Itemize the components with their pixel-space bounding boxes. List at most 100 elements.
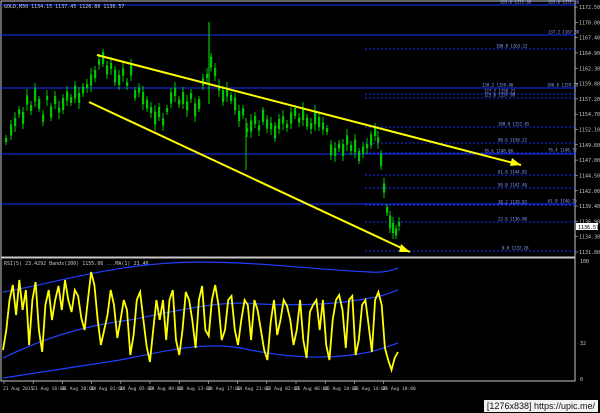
- candle: [278, 119, 281, 129]
- candle: [314, 111, 317, 125]
- price-tick-label: 1142.00: [579, 189, 600, 195]
- candle: [214, 68, 217, 76]
- candle: [342, 144, 345, 156]
- candle: [70, 97, 73, 103]
- candle: [138, 87, 141, 93]
- price-tick-label: 1162.30: [579, 66, 600, 72]
- rsi-level-label: 0: [580, 377, 583, 383]
- fib-level-label: 161.8 1172.66: [500, 0, 532, 5]
- candle: [380, 154, 383, 166]
- candle: [338, 143, 341, 149]
- candle: [392, 223, 395, 233]
- candle: [150, 107, 153, 113]
- candle: [254, 116, 257, 124]
- candle: [46, 96, 49, 100]
- candle: [14, 118, 17, 126]
- fib-level-label: 137.2 1167.38: [548, 30, 580, 35]
- candle: [18, 109, 21, 115]
- candle: [5, 138, 8, 142]
- channel-upper-trendline[interactable]: [96, 54, 522, 166]
- trading-chart[interactable]: 161.8 1172.66137.2 1167.38161.8 1172.661…: [0, 0, 600, 413]
- candle: [154, 111, 157, 125]
- candle: [298, 117, 301, 123]
- price-tick-label: 1152.10: [579, 128, 600, 134]
- candle: [66, 91, 69, 101]
- candle: [322, 122, 325, 130]
- candle: [42, 114, 45, 122]
- candle: [38, 99, 41, 109]
- candle: [122, 68, 125, 76]
- rsi-line: [2, 271, 399, 374]
- candle: [350, 145, 353, 151]
- arrowhead-lower: [399, 244, 410, 252]
- candle: [302, 108, 305, 120]
- candle: [178, 99, 181, 105]
- candle: [94, 70, 97, 78]
- candle: [162, 118, 165, 126]
- main-panel-frame: [0, 0, 576, 258]
- lower-band: [2, 342, 399, 379]
- candle: [306, 117, 309, 127]
- candle: [82, 86, 85, 94]
- candle: [395, 228, 398, 236]
- price-tick-label: 1172.50: [579, 5, 600, 11]
- fibonacci-levels: 161.8 1172.66 137.2 1167.38 161.8 1172.66 1…: [1, 0, 580, 252]
- watermark: [1276x838] https://upic.me/: [483, 400, 598, 412]
- price-tick-label: 1147.00: [579, 158, 600, 164]
- candle: [210, 56, 213, 68]
- candle: [310, 123, 313, 129]
- candle: [182, 92, 185, 104]
- candle: [242, 108, 245, 116]
- arrowhead-upper: [510, 158, 521, 166]
- candle: [102, 52, 105, 64]
- candle: [194, 103, 197, 117]
- candle: [166, 108, 169, 112]
- candle: [334, 148, 337, 156]
- price-tick-label: 1149.60: [579, 143, 600, 149]
- rsi-axis: 100 32 0: [580, 259, 589, 383]
- candle: [374, 128, 377, 136]
- time-tick-label: 25 Aug 18:00: [383, 386, 416, 392]
- candle: [354, 139, 357, 153]
- candle: [258, 125, 261, 131]
- candle: [50, 106, 53, 118]
- candle: [170, 92, 173, 104]
- price-tick-label: 1157.20: [579, 97, 600, 103]
- candle: [62, 98, 65, 110]
- price-tick-label: 1154.70: [579, 112, 600, 118]
- rsi-title: RSI(5) 23.4292 Bands(200) 1155.06 ...MA(…: [4, 261, 149, 267]
- price-tick-label: 1167.40: [579, 36, 600, 42]
- chart-title: GOLD,M30 1134.15 1137.45 1126.80 1136.57: [4, 4, 124, 10]
- rsi-level-label: 100: [580, 259, 589, 265]
- candle: [118, 75, 121, 85]
- candle: [370, 134, 373, 146]
- price-tick-label: 1139.40: [579, 204, 600, 210]
- candle: [234, 97, 237, 111]
- candle: [74, 85, 77, 99]
- candle: [22, 112, 25, 124]
- candle: [386, 207, 389, 213]
- candle: [362, 146, 365, 154]
- time-tick-label: 21 Aug 2015: [3, 386, 34, 392]
- price-axis: 1172.50 1170.00 1167.40 1164.90 1162.30 1159.…: [575, 5, 600, 256]
- candle: [377, 137, 380, 143]
- candle: [78, 93, 81, 103]
- fib-level-label: 78.6 1148.08: [484, 149, 513, 154]
- candle: [290, 112, 293, 124]
- candle: [114, 69, 117, 83]
- fib-level-label: 100.0 1159.28: [547, 83, 579, 88]
- candle: [58, 107, 61, 113]
- price-tick-label: 1170.00: [579, 20, 600, 26]
- candle: [142, 92, 145, 104]
- candle: [146, 99, 149, 109]
- candle: [383, 183, 386, 193]
- candle: [266, 119, 269, 129]
- candle: [106, 65, 109, 75]
- candle: [90, 74, 93, 86]
- candle: [274, 125, 277, 139]
- fib-level-label: 100.0 1152.65: [498, 122, 530, 127]
- price-tick-label: 1164.90: [579, 51, 600, 57]
- candle: [358, 151, 361, 161]
- fib-level-label: 138.2 1159.46: [482, 83, 514, 88]
- candle: [30, 105, 33, 111]
